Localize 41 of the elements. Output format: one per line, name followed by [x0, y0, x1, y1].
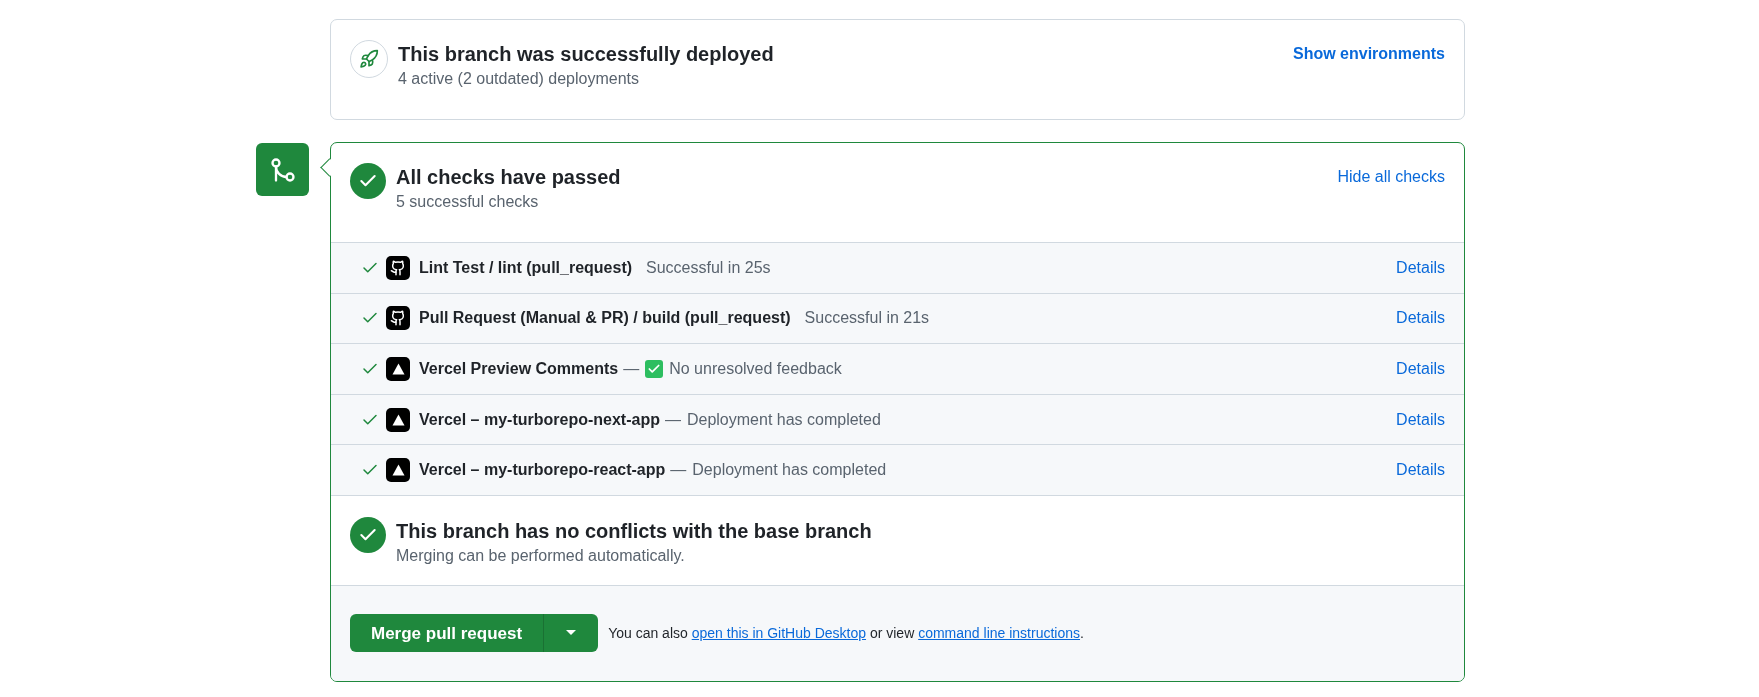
merge-hint-text: You can also [608, 625, 688, 641]
github-logo-icon [386, 255, 410, 280]
check-status: Deployment has completed [686, 409, 881, 430]
check-name: Vercel Preview Comments [419, 359, 619, 379]
check-name: Vercel – my-turborepo-next-app [419, 409, 660, 430]
show-environments-link[interactable]: Show environments [1292, 42, 1445, 66]
triangle-logo-icon [386, 407, 410, 432]
conflicts-subtitle: Merging can be performed automatically. [396, 545, 686, 566]
checks-title: All checks have passed [396, 165, 621, 190]
separator-dash: — [670, 460, 687, 481]
branch-merge-icon [256, 143, 309, 196]
separator-dash: — [623, 359, 640, 379]
merge-options-button[interactable] [543, 614, 599, 653]
caret-icon [566, 630, 577, 637]
merge-hint-text: or view [869, 625, 915, 641]
github-desktop-link[interactable]: open this in GitHub Desktop [691, 625, 867, 641]
check-name: Vercel – my-turborepo-react-app [419, 460, 666, 481]
hide-checks-link[interactable]: Hide all checks [1337, 165, 1445, 189]
check-status: Successful in 21s [804, 308, 930, 329]
check-status: Deployment has completed [692, 460, 887, 481]
separator-dash: — [664, 409, 681, 430]
merge-hint-text: . [1080, 625, 1084, 641]
success-check-icon [350, 163, 386, 199]
details-link[interactable]: Details [1396, 255, 1445, 280]
details-link[interactable]: Details [1396, 407, 1445, 432]
check-status: No unresolved feedback [669, 359, 842, 379]
check-name: Lint Test / lint (pull_request) [419, 257, 633, 278]
check-status: Successful in 25s [646, 257, 771, 278]
details-link[interactable]: Details [1396, 458, 1445, 483]
details-link[interactable]: Details [1396, 357, 1445, 381]
conflicts-title: This branch has no conflicts with the base branch [396, 518, 872, 544]
check-name: Pull Request (Manual & PR) / build (pull_request) [419, 308, 791, 329]
deployment-title: This branch was successfully deployed [398, 42, 774, 67]
details-link[interactable]: Details [1396, 306, 1445, 331]
triangle-logo-icon [386, 357, 410, 381]
github-logo-icon [386, 306, 410, 331]
success-check-icon [350, 516, 386, 553]
checks-subtitle: 5 successful checks [396, 192, 540, 212]
deployment-subtitle: 4 active (2 outdated) deployments [398, 69, 641, 89]
triangle-logo-icon [386, 458, 410, 483]
merge-button[interactable]: Merge pull request [350, 614, 544, 653]
